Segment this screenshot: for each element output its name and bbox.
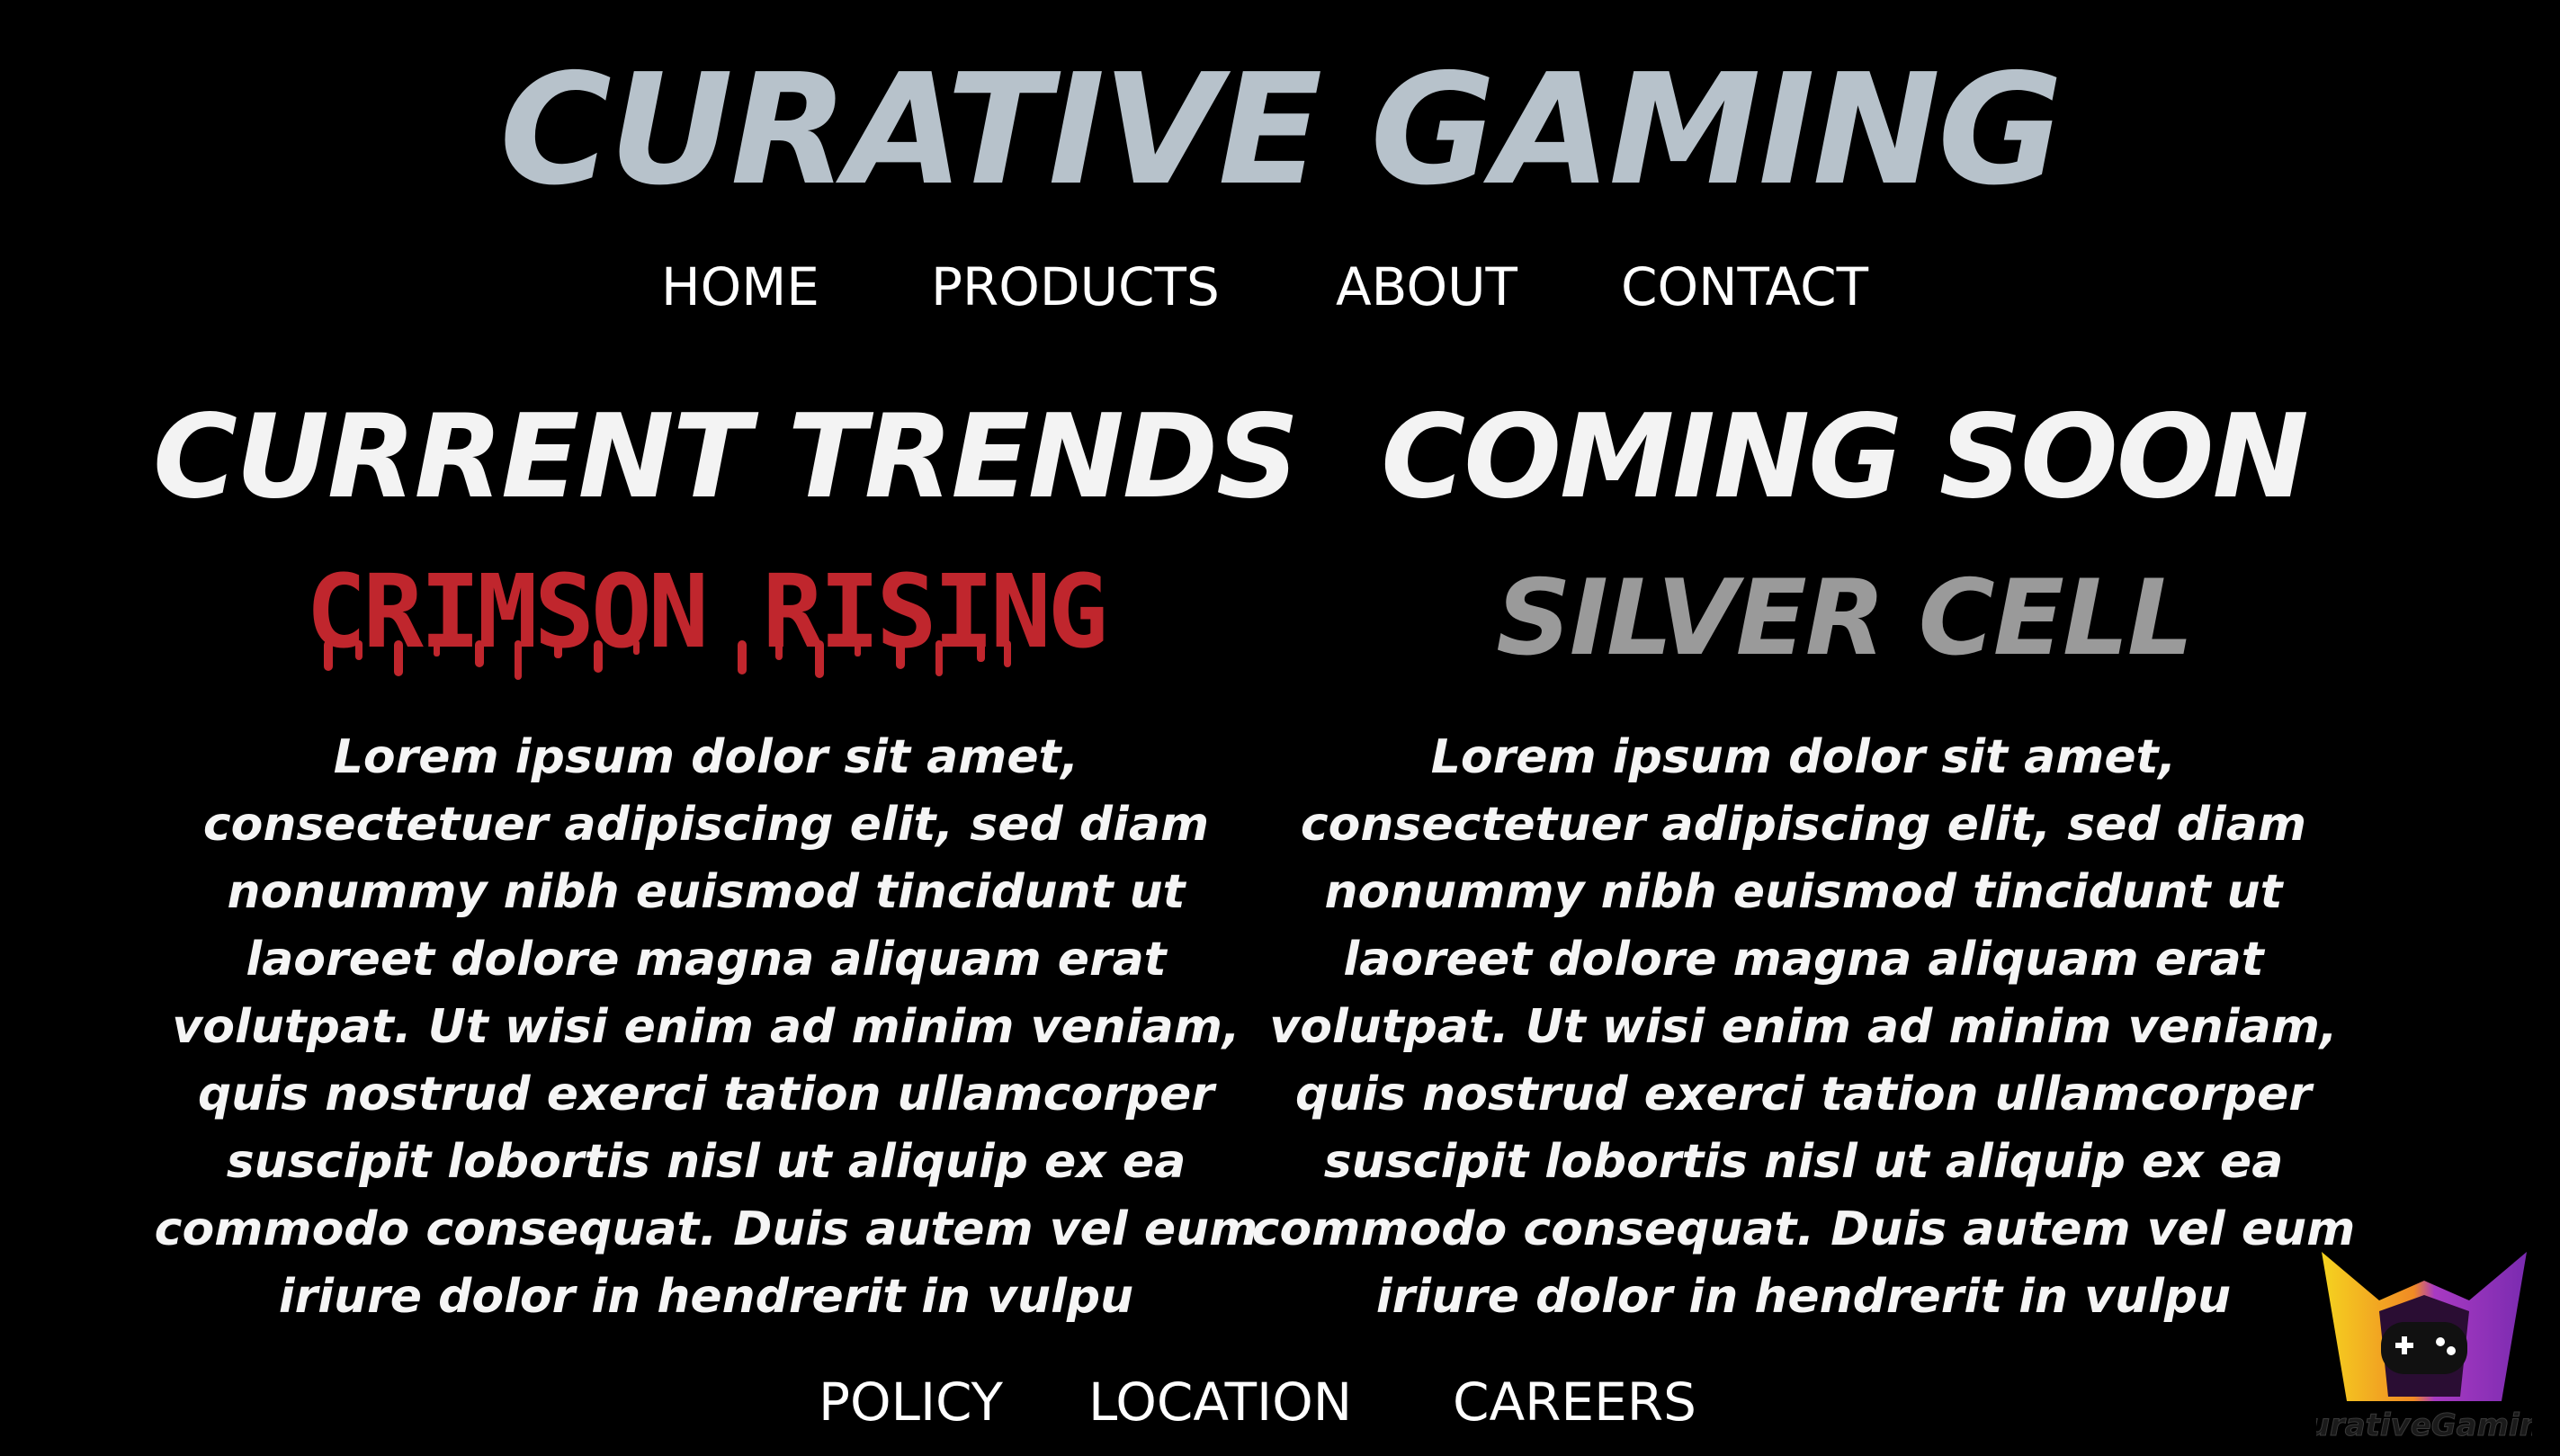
current-trends-heading: CURRENT TRENDS <box>153 390 1299 524</box>
blood-drips-decoration <box>324 640 1011 680</box>
footer-link-location[interactable]: LOCATION <box>1088 1376 1352 1428</box>
gamepad-shield-logo-icon[interactable]: CurativeGaming <box>2316 1248 2532 1456</box>
current-trends-description: Lorem ipsum dolor sit amet, consectetuer… <box>154 730 1258 1324</box>
coming-soon-heading: COMING SOON <box>1381 390 2308 524</box>
nav-link-products[interactable]: PRODUCTS <box>931 261 1220 313</box>
site-title: CURATIVE GAMING <box>499 41 2063 219</box>
footer-link-policy[interactable]: POLICY <box>819 1376 1003 1428</box>
logo-wordmark: CurativeGaming <box>2316 1407 2532 1443</box>
silver-cell-title[interactable]: SILVER CELL <box>1439 567 2249 671</box>
nav-link-home[interactable]: HOME <box>661 261 819 313</box>
coming-soon-description: Lorem ipsum dolor sit amet, consectetuer… <box>1251 730 2356 1324</box>
footer-link-careers[interactable]: CAREERS <box>1453 1376 1696 1428</box>
nav-link-contact[interactable]: CONTACT <box>1621 261 1868 313</box>
nav-link-about[interactable]: ABOUT <box>1336 261 1517 313</box>
